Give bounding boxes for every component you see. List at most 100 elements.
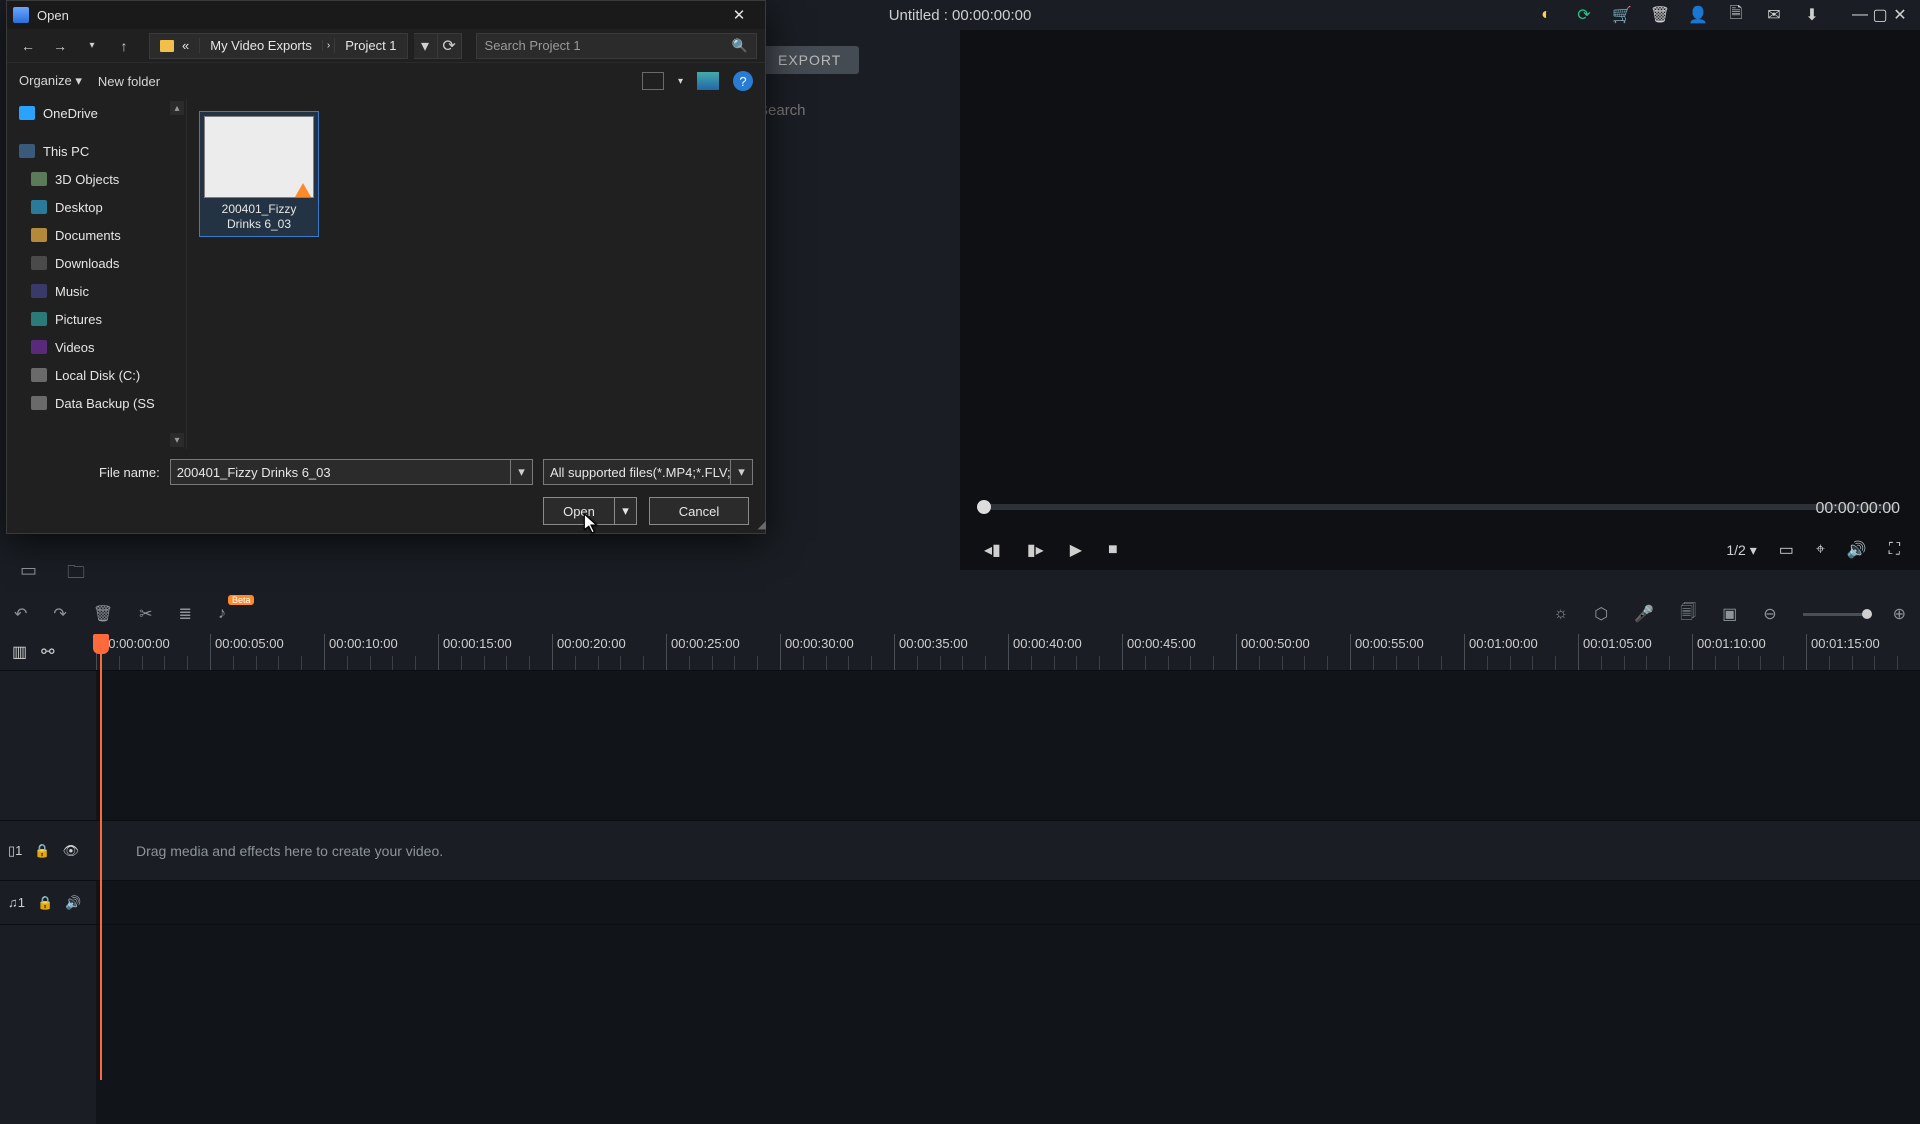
preview-pane: { } 00:00:00:00 ◂▮ ▮▸ ▶ ■ 1/2 ▾ ▭ ⌖ 🔊 ⛶ xyxy=(960,30,1920,570)
file-type-dropdown[interactable]: ▾ xyxy=(730,460,752,484)
view-mode-button[interactable] xyxy=(642,72,664,90)
resize-grip-icon[interactable]: ◢ xyxy=(758,518,763,531)
dialog-search-input[interactable]: Search Project 1 🔍 xyxy=(476,33,757,59)
preview-pane-button[interactable] xyxy=(697,72,719,90)
cart-icon[interactable]: 🛒 xyxy=(1612,5,1632,25)
file-item[interactable]: 200401_FizzyDrinks 6_03 xyxy=(199,111,319,237)
tree-item[interactable]: Videos xyxy=(55,340,95,355)
open-button[interactable]: Open xyxy=(543,497,615,525)
list-button[interactable]: ≣ xyxy=(179,604,192,624)
tree-item[interactable]: Downloads xyxy=(55,256,119,271)
help-button[interactable]: ? xyxy=(733,71,753,91)
folder-icon xyxy=(160,40,174,52)
track-placeholder-body[interactable] xyxy=(96,671,1920,820)
audio-tool-button[interactable]: ♪Beta xyxy=(218,605,226,623)
user-icon[interactable]: 👤 xyxy=(1688,5,1708,25)
track-lock-icon[interactable]: 🔒 xyxy=(34,843,50,859)
nav-up-button[interactable]: ↑ xyxy=(111,34,137,58)
minimize-button[interactable]: — xyxy=(1850,5,1870,25)
tree-item[interactable]: 3D Objects xyxy=(55,172,119,187)
bin-view1-icon[interactable]: ▭ xyxy=(20,560,37,590)
snapshot-icon[interactable]: ⌖ xyxy=(1816,541,1825,559)
cut-button[interactable]: ✂ xyxy=(139,604,152,624)
zoom-in-icon[interactable]: ⊕ xyxy=(1893,604,1906,624)
breadcrumb[interactable]: « My Video Exports › Project 1 xyxy=(149,33,408,59)
maximize-button[interactable]: ▢ xyxy=(1870,5,1890,25)
file-list[interactable]: 200401_FizzyDrinks 6_03 xyxy=(187,99,765,449)
audio-track-label: ♫1 xyxy=(8,895,25,910)
save-icon[interactable]: 🗎 xyxy=(1726,5,1746,25)
export-button[interactable]: EXPORT xyxy=(760,46,859,74)
display-toggle-icon[interactable]: ▭ xyxy=(1779,540,1794,560)
undo-button[interactable]: ↶ xyxy=(14,604,27,624)
view-mode-dropdown[interactable]: ▾ xyxy=(678,76,683,87)
zoom-slider[interactable] xyxy=(1803,613,1867,616)
breadcrumb-dropdown[interactable]: ▾ xyxy=(414,33,438,59)
close-button[interactable]: ✕ xyxy=(1890,5,1910,25)
tree-item[interactable]: Local Disk (C:) xyxy=(55,368,140,383)
magnet-icon[interactable]: ▥ xyxy=(12,642,27,662)
delete-button[interactable]: 🗑 xyxy=(93,604,113,624)
folder-tree[interactable]: ▴ OneDrive This PC 3D Objects Desktop Do… xyxy=(7,99,187,449)
link-icon[interactable]: ⚯ xyxy=(41,642,54,662)
highlight-icon[interactable]: ☼ xyxy=(1554,605,1569,623)
open-dialog: Open ✕ ← → ▾ ↑ « My Video Exports › Proj… xyxy=(6,0,766,534)
marker-icon[interactable]: ⬡ xyxy=(1594,604,1608,624)
file-type-select[interactable]: All supported files(*.MP4;*.FLV;▾ xyxy=(543,459,753,485)
breadcrumb-seg-1[interactable]: My Video Exports xyxy=(199,38,322,53)
audio-mute-icon[interactable]: 🔊 xyxy=(65,895,81,911)
nav-forward-button[interactable]: → xyxy=(47,34,73,58)
dialog-app-icon xyxy=(13,7,29,23)
tree-item[interactable]: Documents xyxy=(55,228,121,243)
mic-icon[interactable]: 🎤 xyxy=(1634,604,1654,624)
playhead[interactable] xyxy=(100,634,102,1080)
redo-button[interactable]: ↷ xyxy=(53,604,66,624)
open-split-dropdown[interactable]: ▾ xyxy=(615,497,637,525)
refresh-icon[interactable]: ⟳ xyxy=(1574,5,1594,25)
audio-track-body[interactable] xyxy=(96,881,1920,924)
preview-scale[interactable]: 1/2 ▾ xyxy=(1726,542,1756,559)
tree-item[interactable]: Data Backup (SS xyxy=(55,396,155,411)
organize-menu[interactable]: Organize ▾ xyxy=(19,73,82,89)
mail-icon[interactable]: ✉ xyxy=(1764,5,1784,25)
tree-onedrive[interactable]: OneDrive xyxy=(43,106,98,121)
vlc-cone-icon xyxy=(295,183,311,197)
tree-item[interactable]: Desktop xyxy=(55,200,103,215)
dialog-close-button[interactable]: ✕ xyxy=(719,6,759,24)
volume-icon[interactable]: 🔊 xyxy=(1847,540,1867,560)
breadcrumb-seg-2[interactable]: Project 1 xyxy=(334,38,406,53)
zoom-out-icon[interactable]: ⊖ xyxy=(1763,604,1776,624)
play-button[interactable]: ▶ xyxy=(1070,540,1082,560)
prev-frame-button[interactable]: ◂▮ xyxy=(984,540,1001,560)
breadcrumb-refresh[interactable]: ⟳ xyxy=(438,33,462,59)
cancel-button[interactable]: Cancel xyxy=(649,497,749,525)
new-folder-button[interactable]: New folder xyxy=(98,74,160,89)
nav-recent-button[interactable]: ▾ xyxy=(79,34,105,58)
search-icon: 🔍 xyxy=(732,38,748,54)
track-visibility-icon[interactable]: 👁 xyxy=(63,843,80,859)
tree-scroll-up[interactable]: ▴ xyxy=(170,101,184,115)
stop-button[interactable]: ■ xyxy=(1108,541,1118,559)
media-search-input[interactable] xyxy=(758,102,957,119)
nav-back-button[interactable]: ← xyxy=(15,34,41,58)
download-icon[interactable]: ⬇ xyxy=(1802,5,1822,25)
file-name-input[interactable]: 200401_Fizzy Drinks 6_03▾ xyxy=(170,459,533,485)
bin-folder-icon[interactable]: 🗀 xyxy=(67,560,85,590)
notes-icon[interactable]: 🗐 xyxy=(1680,601,1696,628)
audio-lock-icon[interactable]: 🔒 xyxy=(37,895,53,911)
preview-scrubber[interactable]: { } xyxy=(984,504,1896,510)
bulb-icon[interactable]: ◐ xyxy=(1536,5,1556,25)
tree-item[interactable]: Music xyxy=(55,284,89,299)
timeline-drop-hint[interactable]: Drag media and effects here to create yo… xyxy=(96,821,1920,880)
tree-item[interactable]: Pictures xyxy=(55,312,102,327)
tree-scroll-down[interactable]: ▾ xyxy=(170,433,184,447)
dialog-title: Open xyxy=(37,8,69,23)
timeline-ruler[interactable]: 00:00:00:0000:00:05:0000:00:10:0000:00:1… xyxy=(96,634,1920,670)
next-frame-button[interactable]: ▮▸ xyxy=(1027,540,1044,560)
crop-icon[interactable]: ▣ xyxy=(1722,604,1737,624)
tree-thispc[interactable]: This PC xyxy=(43,144,89,159)
video-track-label: ▯1 xyxy=(8,843,22,859)
trash-icon[interactable]: 🗑 xyxy=(1650,5,1670,25)
fullscreen-icon[interactable]: ⛶ xyxy=(1889,541,1900,559)
file-name-dropdown[interactable]: ▾ xyxy=(510,460,532,484)
